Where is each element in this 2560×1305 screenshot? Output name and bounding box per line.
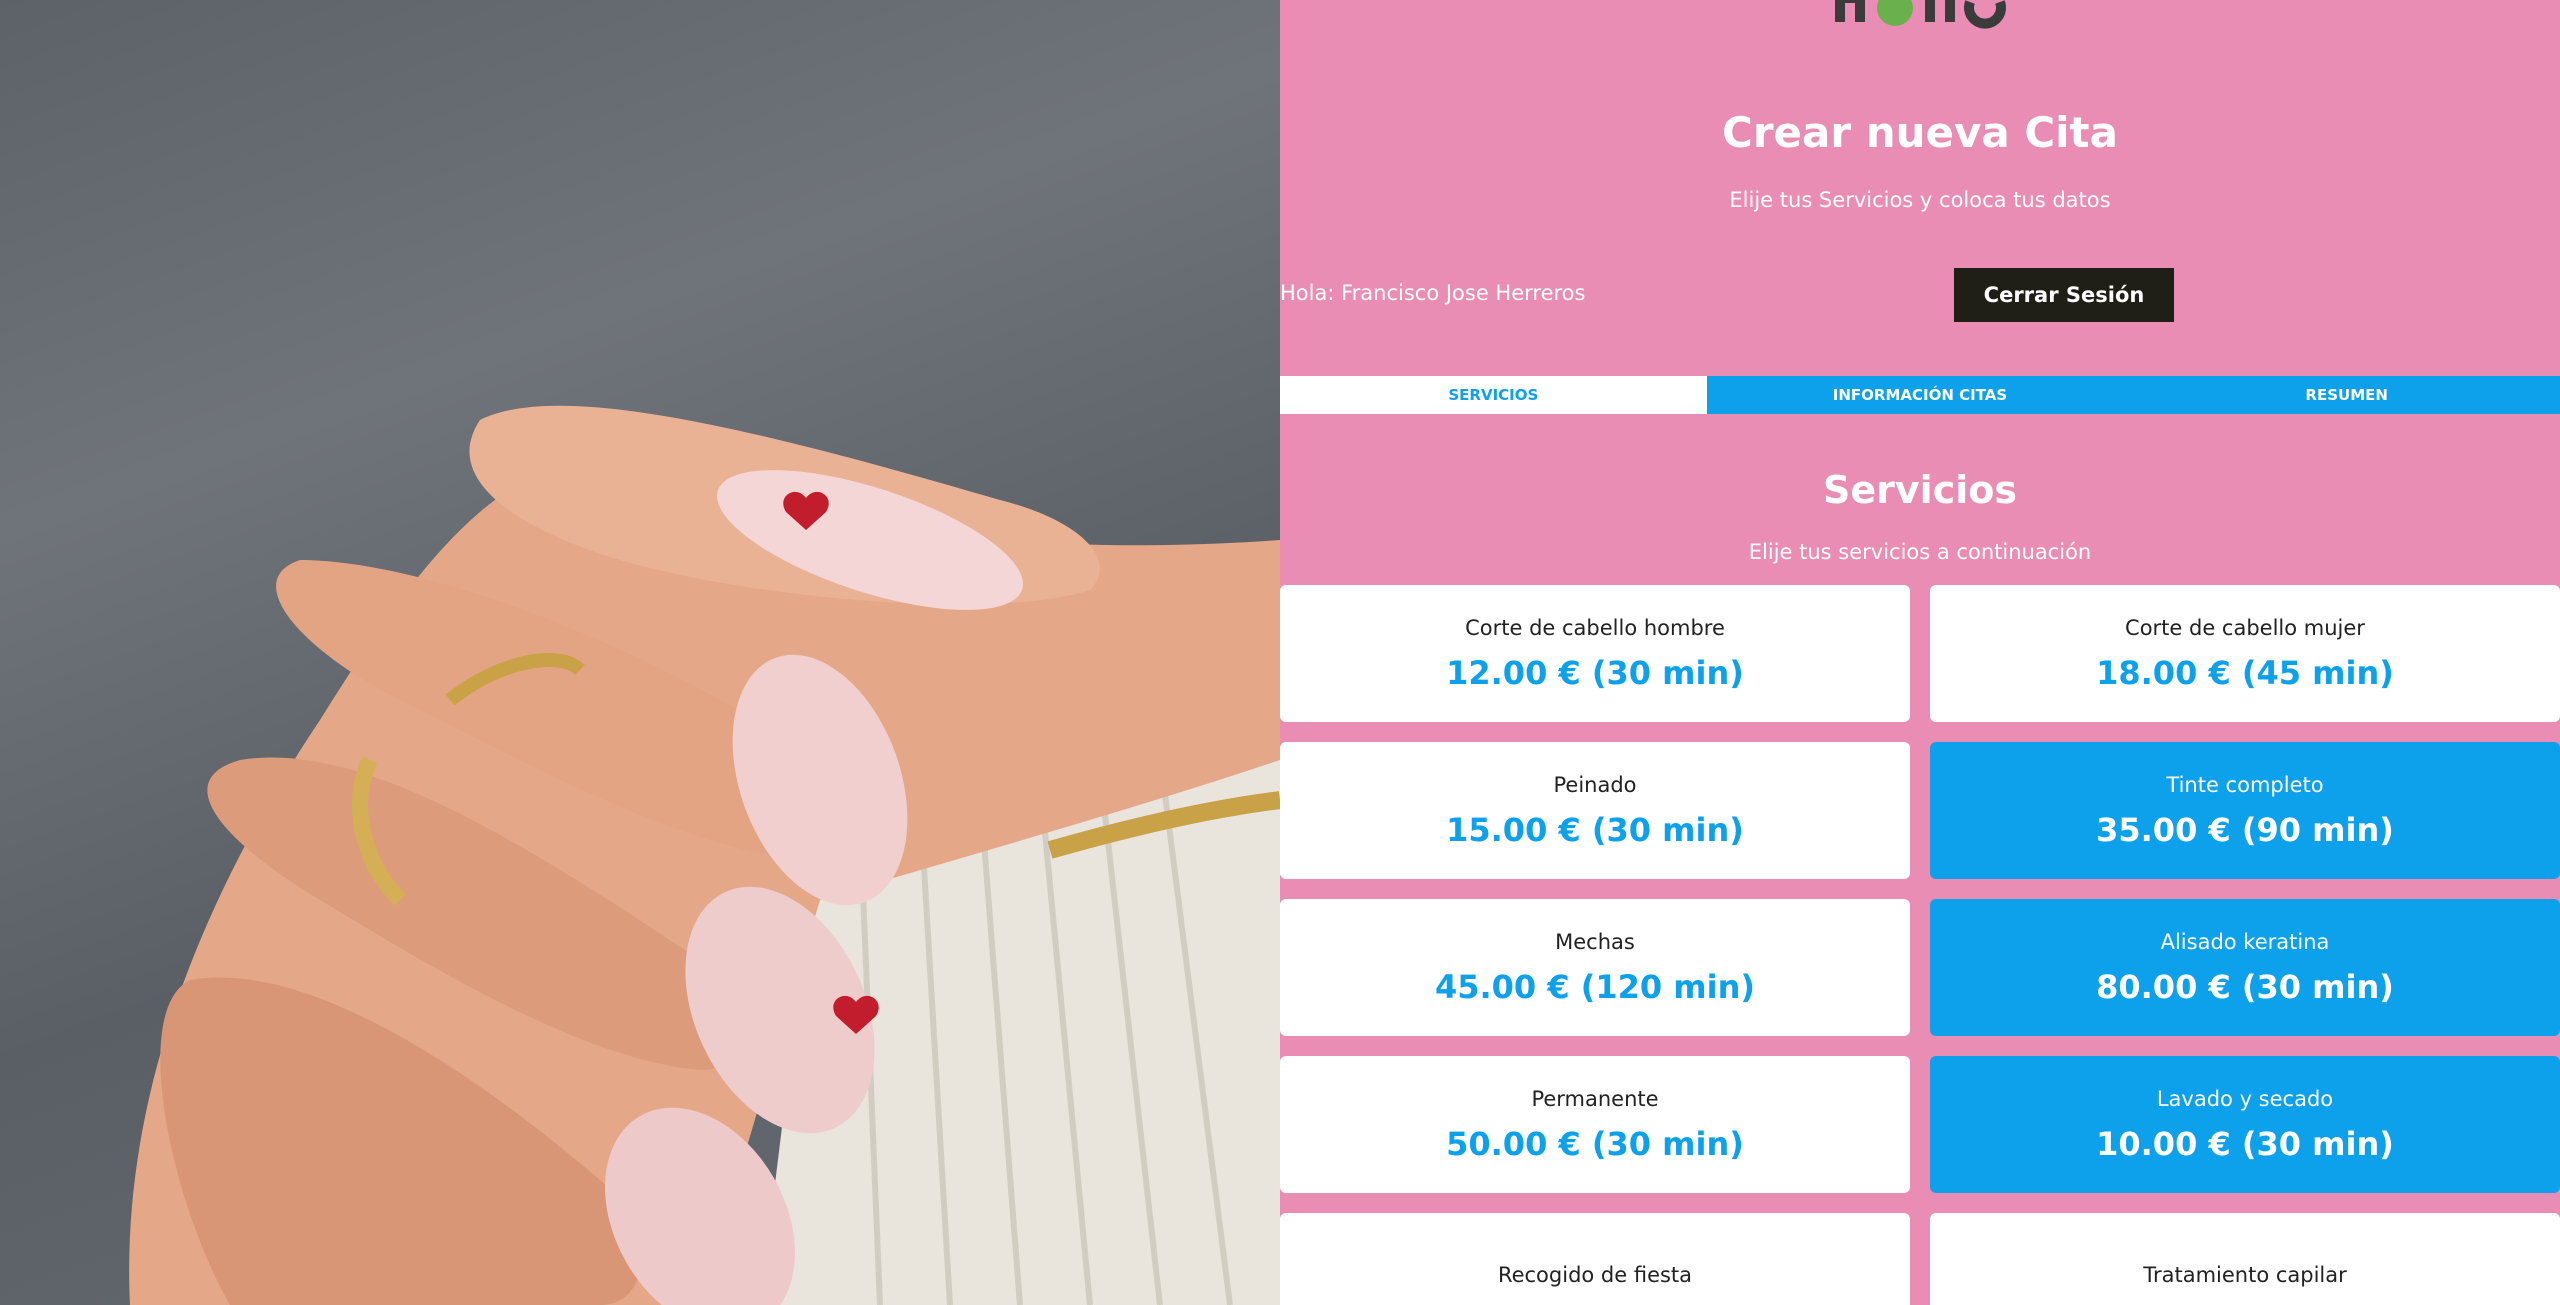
service-price: 15.00 € (30 min) <box>1446 810 1744 849</box>
page-title: Crear nueva Cita <box>1722 108 2118 157</box>
service-name: Lavado y secado <box>2156 1086 2334 1111</box>
service-name: Corte de cabello hombre <box>1465 615 1725 640</box>
services-title: Servicios <box>1823 468 2017 512</box>
service-name: Peinado <box>1553 772 1637 797</box>
user-greeting: Hola: Francisco Jose Herreros <box>1280 281 1586 305</box>
services-subtitle: Elije tus servicios a continuación <box>1748 540 2092 564</box>
service-card[interactable]: Recogido de fiesta <box>1280 1213 1910 1305</box>
service-price: 10.00 € (30 min) <box>2096 1124 2394 1163</box>
service-name: Tratamiento capilar <box>2143 1262 2347 1287</box>
service-price: 50.00 € (30 min) <box>1446 1124 1744 1163</box>
service-name: Corte de cabello mujer <box>2125 615 2365 640</box>
service-card[interactable]: Tinte completo 35.00 € (90 min) <box>1930 742 2560 879</box>
tab-bar: Servicios Información Citas Resumen <box>1280 376 2560 414</box>
service-price: 45.00 € (120 min) <box>1434 967 1756 1006</box>
appointment-panel: Crear nueva Cita Elije tus Servicios y c… <box>1280 0 2560 1305</box>
logout-button[interactable]: Cerrar Sesión <box>1954 268 2174 322</box>
service-name: Mechas <box>1555 929 1635 954</box>
service-price: 12.00 € (30 min) <box>1446 653 1744 692</box>
service-card[interactable]: Mechas 45.00 € (120 min) <box>1280 899 1910 1036</box>
service-card[interactable]: Permanente 50.00 € (30 min) <box>1280 1056 1910 1193</box>
services-grid: Corte de cabello hombre 12.00 € (30 min)… <box>1280 585 2560 1305</box>
service-name: Recogido de fiesta <box>1497 1262 1693 1287</box>
logo-icon <box>1835 0 2006 29</box>
service-name: Alisado keratina <box>2160 929 2330 954</box>
service-name: Permanente <box>1531 1086 1659 1111</box>
service-price: 35.00 € (90 min) <box>2096 810 2394 849</box>
service-name: Tinte completo <box>2166 772 2324 797</box>
page-subtitle: Elije tus Servicios y coloca tus datos <box>1729 188 2111 212</box>
service-price: 80.00 € (30 min) <box>2096 967 2394 1006</box>
service-card[interactable]: Peinado 15.00 € (30 min) <box>1280 742 1910 879</box>
tab-appointment-info[interactable]: Información Citas <box>1706 376 2134 414</box>
service-card[interactable]: Corte de cabello hombre 12.00 € (30 min) <box>1280 585 1910 722</box>
service-card[interactable]: Alisado keratina 80.00 € (30 min) <box>1930 899 2560 1036</box>
service-price: 18.00 € (45 min) <box>2096 653 2394 692</box>
service-card[interactable]: Lavado y secado 10.00 € (30 min) <box>1930 1056 2560 1193</box>
hero-photo <box>0 0 1280 1305</box>
tab-summary[interactable]: Resumen <box>2133 376 2560 414</box>
tab-services[interactable]: Servicios <box>1280 376 1707 414</box>
service-card[interactable]: Corte de cabello mujer 18.00 € (45 min) <box>1930 585 2560 722</box>
service-card[interactable]: Tratamiento capilar <box>1930 1213 2560 1305</box>
